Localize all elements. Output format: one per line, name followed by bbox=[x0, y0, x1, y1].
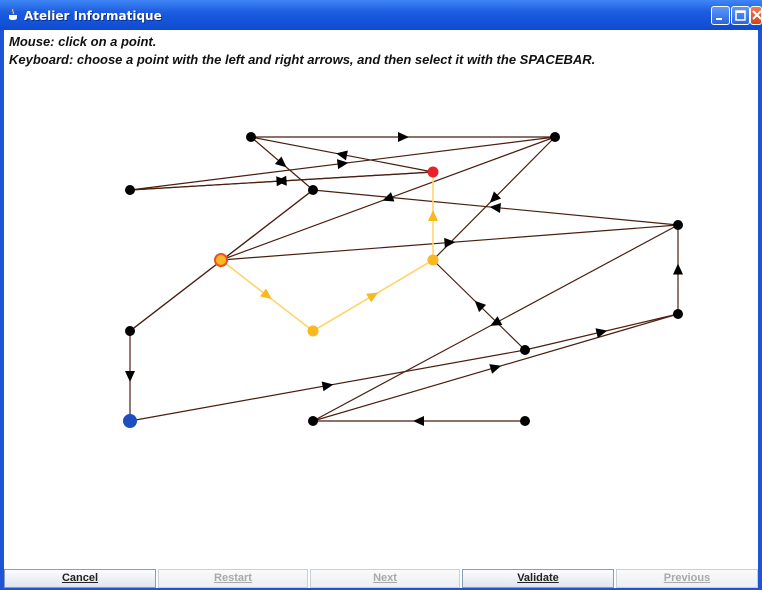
graph-node-n12[interactable] bbox=[123, 414, 137, 428]
edge-arrow-n1-n5 bbox=[398, 132, 409, 142]
previous-button[interactable]: Previous bbox=[616, 569, 758, 588]
graph-node-n9[interactable] bbox=[307, 325, 319, 337]
graph-canvas[interactable] bbox=[0, 0, 762, 590]
edge-arrow-n8-n4 bbox=[428, 210, 438, 221]
edge-arrow-n15-n14 bbox=[413, 416, 424, 426]
graph-node-n8[interactable] bbox=[427, 254, 439, 266]
edge-arrow-n3-n5 bbox=[336, 159, 349, 170]
edge-arrow-n4-n1 bbox=[336, 150, 348, 161]
graph-node-n15[interactable] bbox=[520, 416, 530, 426]
edge-arrow-n9-n8 bbox=[366, 292, 379, 303]
edge-arrow-n14-n13 bbox=[489, 364, 502, 374]
cancel-button[interactable]: Cancel bbox=[4, 569, 156, 588]
graph-node-n1[interactable] bbox=[246, 132, 256, 142]
edge-arrow-n10-n14 bbox=[490, 316, 503, 326]
graph-node-n2[interactable] bbox=[308, 185, 318, 195]
button-bar: Cancel Restart Next Validate Previous bbox=[4, 569, 758, 588]
graph-node-n3[interactable] bbox=[125, 185, 135, 195]
graph-node-n6[interactable] bbox=[125, 326, 135, 336]
graph-node-n14[interactable] bbox=[308, 416, 318, 426]
graph-node-n10[interactable] bbox=[673, 220, 683, 230]
graph-node-n5[interactable] bbox=[550, 132, 560, 142]
validate-button[interactable]: Validate bbox=[462, 569, 614, 588]
edge-arrow-n7-n9 bbox=[259, 288, 272, 300]
edge-arrow-n5-n7 bbox=[382, 192, 395, 202]
restart-button-label: Restart bbox=[214, 572, 252, 584]
edge-arrow-n10-n2 bbox=[489, 203, 501, 213]
previous-button-label: Previous bbox=[663, 572, 711, 584]
cancel-button-label: Cancel bbox=[61, 572, 99, 584]
graph-node-n7[interactable] bbox=[214, 253, 228, 267]
restart-button[interactable]: Restart bbox=[158, 569, 308, 588]
validate-button-label: Validate bbox=[517, 572, 559, 584]
graph-node-n11[interactable] bbox=[520, 345, 530, 355]
graph-node-n4[interactable] bbox=[427, 166, 439, 178]
edge-arrow-n6-n12 bbox=[125, 371, 135, 382]
graph-node-n13[interactable] bbox=[673, 309, 683, 319]
edge-arrow-n13-n10 bbox=[673, 263, 683, 275]
edge-arrow-n12-n11 bbox=[321, 381, 334, 392]
next-button-label: Next bbox=[373, 572, 397, 584]
next-button[interactable]: Next bbox=[310, 569, 460, 588]
